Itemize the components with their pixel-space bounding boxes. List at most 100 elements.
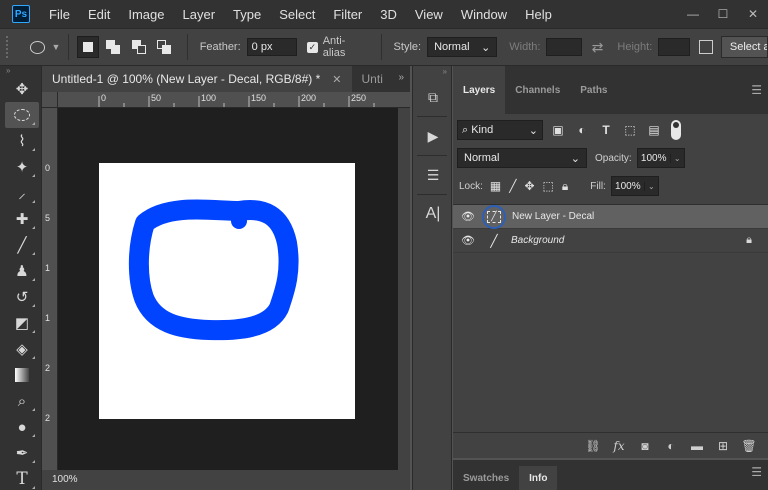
swap-dimensions-icon[interactable]: ⇄: [592, 39, 604, 56]
zoom-status[interactable]: 100%: [42, 470, 410, 490]
tab-info[interactable]: Info: [519, 466, 558, 490]
type-tool-icon[interactable]: T: [5, 466, 39, 490]
options-grip[interactable]: [6, 36, 12, 58]
feather-input[interactable]: 0 px: [246, 38, 298, 56]
antialias-checkbox[interactable]: ✓: [307, 41, 318, 53]
fill-input[interactable]: 100% ⌄: [610, 176, 659, 196]
eraser-tool-icon[interactable]: ◩: [5, 310, 39, 336]
tab-swatches[interactable]: Swatches: [453, 466, 519, 490]
lock-artboard-icon[interactable]: ⬚: [543, 179, 554, 193]
collapse-dock-icon[interactable]: »: [413, 66, 451, 78]
blend-mode-select[interactable]: Normal ⌄: [457, 148, 587, 168]
healing-brush-tool-icon[interactable]: ✚: [5, 206, 39, 232]
brush-tool-icon[interactable]: ╱: [5, 232, 39, 258]
close-window-button[interactable]: ✕: [738, 0, 768, 28]
visibility-eye-icon[interactable]: 👁︎: [453, 234, 483, 247]
move-tool-icon[interactable]: ✥: [5, 76, 39, 102]
character-panel-icon[interactable]: A|: [417, 199, 449, 229]
visibility-eye-icon[interactable]: 👁︎: [453, 210, 483, 223]
menu-image[interactable]: Image: [119, 7, 173, 22]
ruler-origin[interactable]: [42, 92, 58, 108]
tab-channels[interactable]: Channels: [505, 78, 570, 102]
more-tabs-icon[interactable]: »: [398, 72, 404, 83]
height-input[interactable]: [658, 38, 690, 56]
link-layers-icon[interactable]: ⛓: [580, 439, 606, 453]
panel-menu-icon[interactable]: ☰: [751, 465, 762, 479]
3d-panel-icon[interactable]: ⧉: [417, 82, 449, 112]
style-select[interactable]: Normal ⌄: [427, 37, 498, 57]
gradient-tool-icon[interactable]: [5, 362, 39, 388]
filter-toggle[interactable]: [671, 120, 681, 140]
document-canvas[interactable]: [99, 163, 355, 419]
select-and-mask-button[interactable]: Select an: [720, 36, 768, 58]
subtract-from-selection-button[interactable]: [128, 36, 149, 58]
lock-position-icon[interactable]: ✥: [524, 179, 534, 193]
menu-window[interactable]: Window: [452, 7, 516, 22]
new-layer-icon[interactable]: ⊞: [710, 439, 736, 453]
layer-name[interactable]: New Layer - Decal: [512, 211, 594, 222]
add-mask-icon[interactable]: ◙: [632, 439, 658, 453]
paint-bucket-tool-icon[interactable]: ◈: [5, 336, 39, 362]
menu-edit[interactable]: Edit: [79, 7, 119, 22]
opacity-input[interactable]: 100% ⌄: [636, 148, 685, 168]
collapse-toolbar-icon[interactable]: »: [0, 66, 41, 76]
refine-edge-icon[interactable]: [699, 40, 713, 54]
tab-untitled-1[interactable]: Untitled-1 @ 100% (New Layer - Decal, RG…: [42, 66, 352, 92]
menu-view[interactable]: View: [406, 7, 452, 22]
vertical-scrollbar[interactable]: [398, 108, 410, 470]
panel-menu-icon[interactable]: ☰: [751, 83, 762, 97]
menu-3d[interactable]: 3D: [371, 7, 406, 22]
chevron-down-icon[interactable]: ▼: [51, 42, 60, 52]
menu-help[interactable]: Help: [516, 7, 561, 22]
horizontal-ruler[interactable]: 0 50 100 150 200 250: [58, 92, 410, 108]
new-group-folder-icon[interactable]: ▬: [684, 439, 710, 453]
smart-object-filter-icon[interactable]: ▤: [645, 121, 663, 139]
actions-play-icon[interactable]: ▶: [417, 121, 449, 151]
lasso-tool-icon[interactable]: ⌇: [5, 128, 39, 154]
close-icon[interactable]: ✕: [332, 73, 341, 86]
maximize-button[interactable]: ☐: [708, 0, 738, 28]
elliptical-marquee-preset-icon[interactable]: [29, 40, 46, 54]
eyedropper-tool-icon[interactable]: ⸝: [5, 180, 39, 206]
history-brush-tool-icon[interactable]: ↺: [5, 284, 39, 310]
tab-paths[interactable]: Paths: [570, 78, 617, 102]
layer-name[interactable]: Background: [511, 235, 564, 246]
clone-stamp-tool-icon[interactable]: ♟: [5, 258, 39, 284]
pen-tool-icon[interactable]: ✒: [5, 440, 39, 466]
delete-layer-trash-icon[interactable]: 🗑︎: [736, 439, 762, 453]
layer-row-new-layer-decal[interactable]: 👁︎ ╱ New Layer - Decal: [453, 204, 768, 229]
layer-thumbnail[interactable]: ╱: [483, 231, 505, 251]
layer-thumbnail[interactable]: ╱: [482, 204, 506, 229]
brush-settings-icon[interactable]: ☰: [417, 160, 449, 190]
menu-filter[interactable]: Filter: [324, 7, 371, 22]
menu-select[interactable]: Select: [270, 7, 324, 22]
width-input[interactable]: [546, 38, 582, 56]
layer-row-background[interactable]: 👁︎ ╱ Background 🔒︎: [453, 229, 768, 253]
kind-filter-select[interactable]: ⌕ Kind ⌄: [457, 120, 543, 140]
lock-all-icon[interactable]: 🔒︎: [562, 179, 568, 194]
tab-layers[interactable]: Layers: [453, 66, 506, 114]
lock-transparency-icon[interactable]: ▦: [490, 179, 501, 193]
elliptical-marquee-tool-icon[interactable]: [5, 102, 39, 128]
shape-filter-icon[interactable]: ⬚: [621, 121, 639, 139]
dodge-tool-icon[interactable]: ●: [5, 414, 39, 440]
vertical-ruler[interactable]: 0 5 1 1 2 2: [42, 108, 58, 474]
layer-style-fx-icon[interactable]: fx: [606, 439, 632, 453]
lock-icon[interactable]: 🔒︎: [746, 234, 752, 247]
adjustment-layer-icon[interactable]: ◐: [658, 439, 684, 453]
add-to-selection-button[interactable]: [103, 36, 124, 58]
tab-second-document[interactable]: Unti: [352, 66, 393, 92]
lock-pixels-icon[interactable]: ╱: [509, 179, 516, 193]
menu-layer[interactable]: Layer: [174, 7, 225, 22]
minimize-button[interactable]: —: [678, 0, 708, 28]
new-selection-button[interactable]: [77, 36, 99, 58]
magic-wand-tool-icon[interactable]: ✦: [5, 154, 39, 180]
adjustment-filter-icon[interactable]: ◐: [573, 121, 591, 139]
type-filter-icon[interactable]: T: [597, 121, 615, 139]
menu-type[interactable]: Type: [224, 7, 270, 22]
intersect-selection-button[interactable]: [153, 36, 174, 58]
blur-tool-icon[interactable]: ⌕: [5, 388, 39, 414]
pixel-filter-icon[interactable]: ▣: [549, 121, 567, 139]
menu-file[interactable]: File: [40, 7, 79, 22]
pasteboard[interactable]: [58, 108, 410, 474]
